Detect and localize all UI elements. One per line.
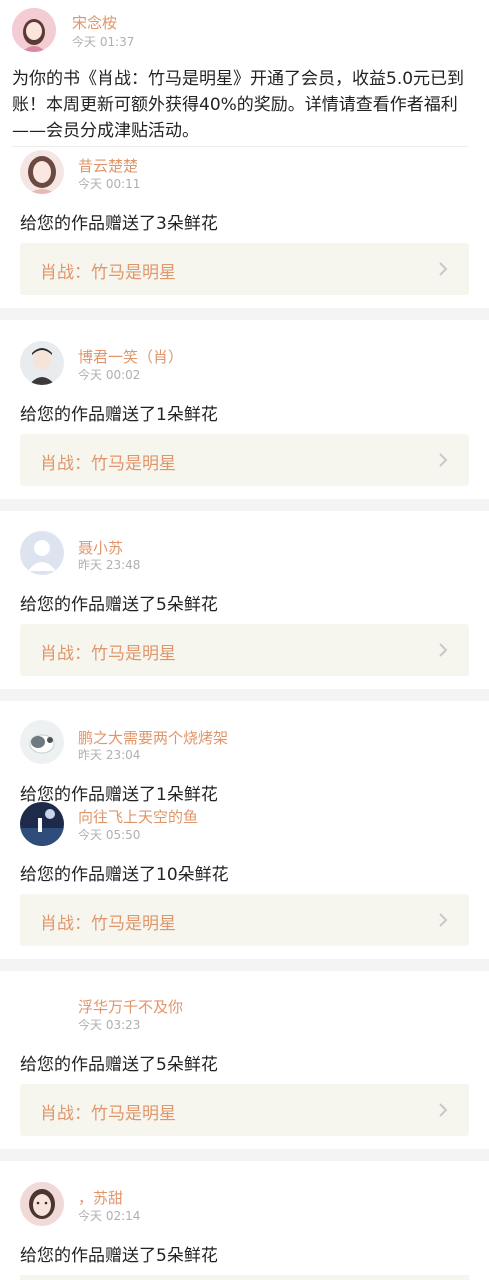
book-title: 肖战：竹马是明星 xyxy=(40,454,176,474)
notice-time: 今天 01:37 xyxy=(72,35,135,49)
sender-username[interactable]: 聂小苏 xyxy=(78,537,123,558)
gift-message: 给您的作品赠送了1朵鲜花 xyxy=(20,405,218,425)
avatar-image xyxy=(20,720,64,764)
book-link-card[interactable]: 肖战：竹马是明星 xyxy=(20,243,469,295)
avatar-image xyxy=(20,150,64,194)
sender-username[interactable]: 向往飞上天空的鱼 xyxy=(78,806,198,827)
sender-username[interactable]: 浮华万千不及你 xyxy=(78,996,183,1017)
avatar-image xyxy=(12,8,56,52)
section-divider xyxy=(0,1149,489,1161)
notice-text: 为你的书《肖战：竹马是明星》开通了会员，收益5.0元已到账！本周更新可额外获得4… xyxy=(12,69,465,141)
book-link-card[interactable]: 肖战：竹马是明星 xyxy=(20,624,469,676)
book-link-card[interactable]: 肖战：竹马是明星 xyxy=(20,1084,469,1136)
avatar-image xyxy=(20,341,64,385)
sender-time: 今天 03:23 xyxy=(78,1018,141,1032)
gift-message: 给您的作品赠送了5朵鲜花 xyxy=(20,595,218,615)
book-title: 肖战：竹马是明星 xyxy=(40,914,176,934)
avatar-image xyxy=(20,1182,64,1226)
sender-username[interactable]: 博君一笑（肖） xyxy=(78,346,183,367)
notice-username[interactable]: 宋念桉 xyxy=(72,12,117,33)
book-title: 肖战：竹马是明星 xyxy=(40,1104,176,1124)
avatar[interactable] xyxy=(20,1182,64,1226)
book-title: 肖战：竹马是明星 xyxy=(40,644,176,664)
sender-time: 今天 02:14 xyxy=(78,1209,141,1223)
sender-time: 今天 05:50 xyxy=(78,828,141,842)
chevron-right-icon xyxy=(439,453,448,467)
book-link-card-partial[interactable] xyxy=(20,1275,469,1280)
avatar[interactable] xyxy=(12,8,56,52)
gift-message: 给您的作品赠送了3朵鲜花 xyxy=(20,214,218,234)
chevron-right-icon xyxy=(439,1103,448,1117)
avatar[interactable] xyxy=(20,720,64,764)
avatar-image xyxy=(20,802,64,846)
section-divider xyxy=(0,959,489,971)
sender-time: 今天 00:02 xyxy=(78,368,141,382)
gift-message: 给您的作品赠送了5朵鲜花 xyxy=(20,1246,218,1266)
notice-separator xyxy=(12,146,468,147)
avatar[interactable] xyxy=(20,990,64,1034)
avatar[interactable] xyxy=(20,150,64,194)
section-divider xyxy=(0,308,489,320)
sender-time: 昨天 23:04 xyxy=(78,748,141,762)
chevron-right-icon xyxy=(439,262,448,276)
section-divider xyxy=(0,499,489,511)
avatar[interactable] xyxy=(20,802,64,846)
chevron-right-icon xyxy=(439,913,448,927)
sender-username[interactable]: 鹏之大需要两个烧烤架 xyxy=(78,727,228,748)
section-divider xyxy=(0,689,489,701)
avatar[interactable] xyxy=(20,341,64,385)
user-silhouette-icon xyxy=(20,531,64,575)
book-link-card[interactable]: 肖战：竹马是明星 xyxy=(20,434,469,486)
chevron-right-icon xyxy=(439,643,448,657)
sender-username[interactable]: 昔云楚楚 xyxy=(78,155,138,176)
book-link-card[interactable]: 肖战：竹马是明星 xyxy=(20,894,469,946)
gift-message: 给您的作品赠送了10朵鲜花 xyxy=(20,865,229,885)
sender-username[interactable]: ，苏甜 xyxy=(78,1187,123,1208)
avatar[interactable] xyxy=(20,531,64,575)
sender-time: 今天 00:11 xyxy=(78,177,141,191)
book-title: 肖战：竹马是明星 xyxy=(40,263,176,283)
gift-message: 给您的作品赠送了5朵鲜花 xyxy=(20,1055,218,1075)
sender-time: 昨天 23:48 xyxy=(78,558,141,572)
gift-message: 给您的作品赠送了1朵鲜花 xyxy=(20,785,218,805)
